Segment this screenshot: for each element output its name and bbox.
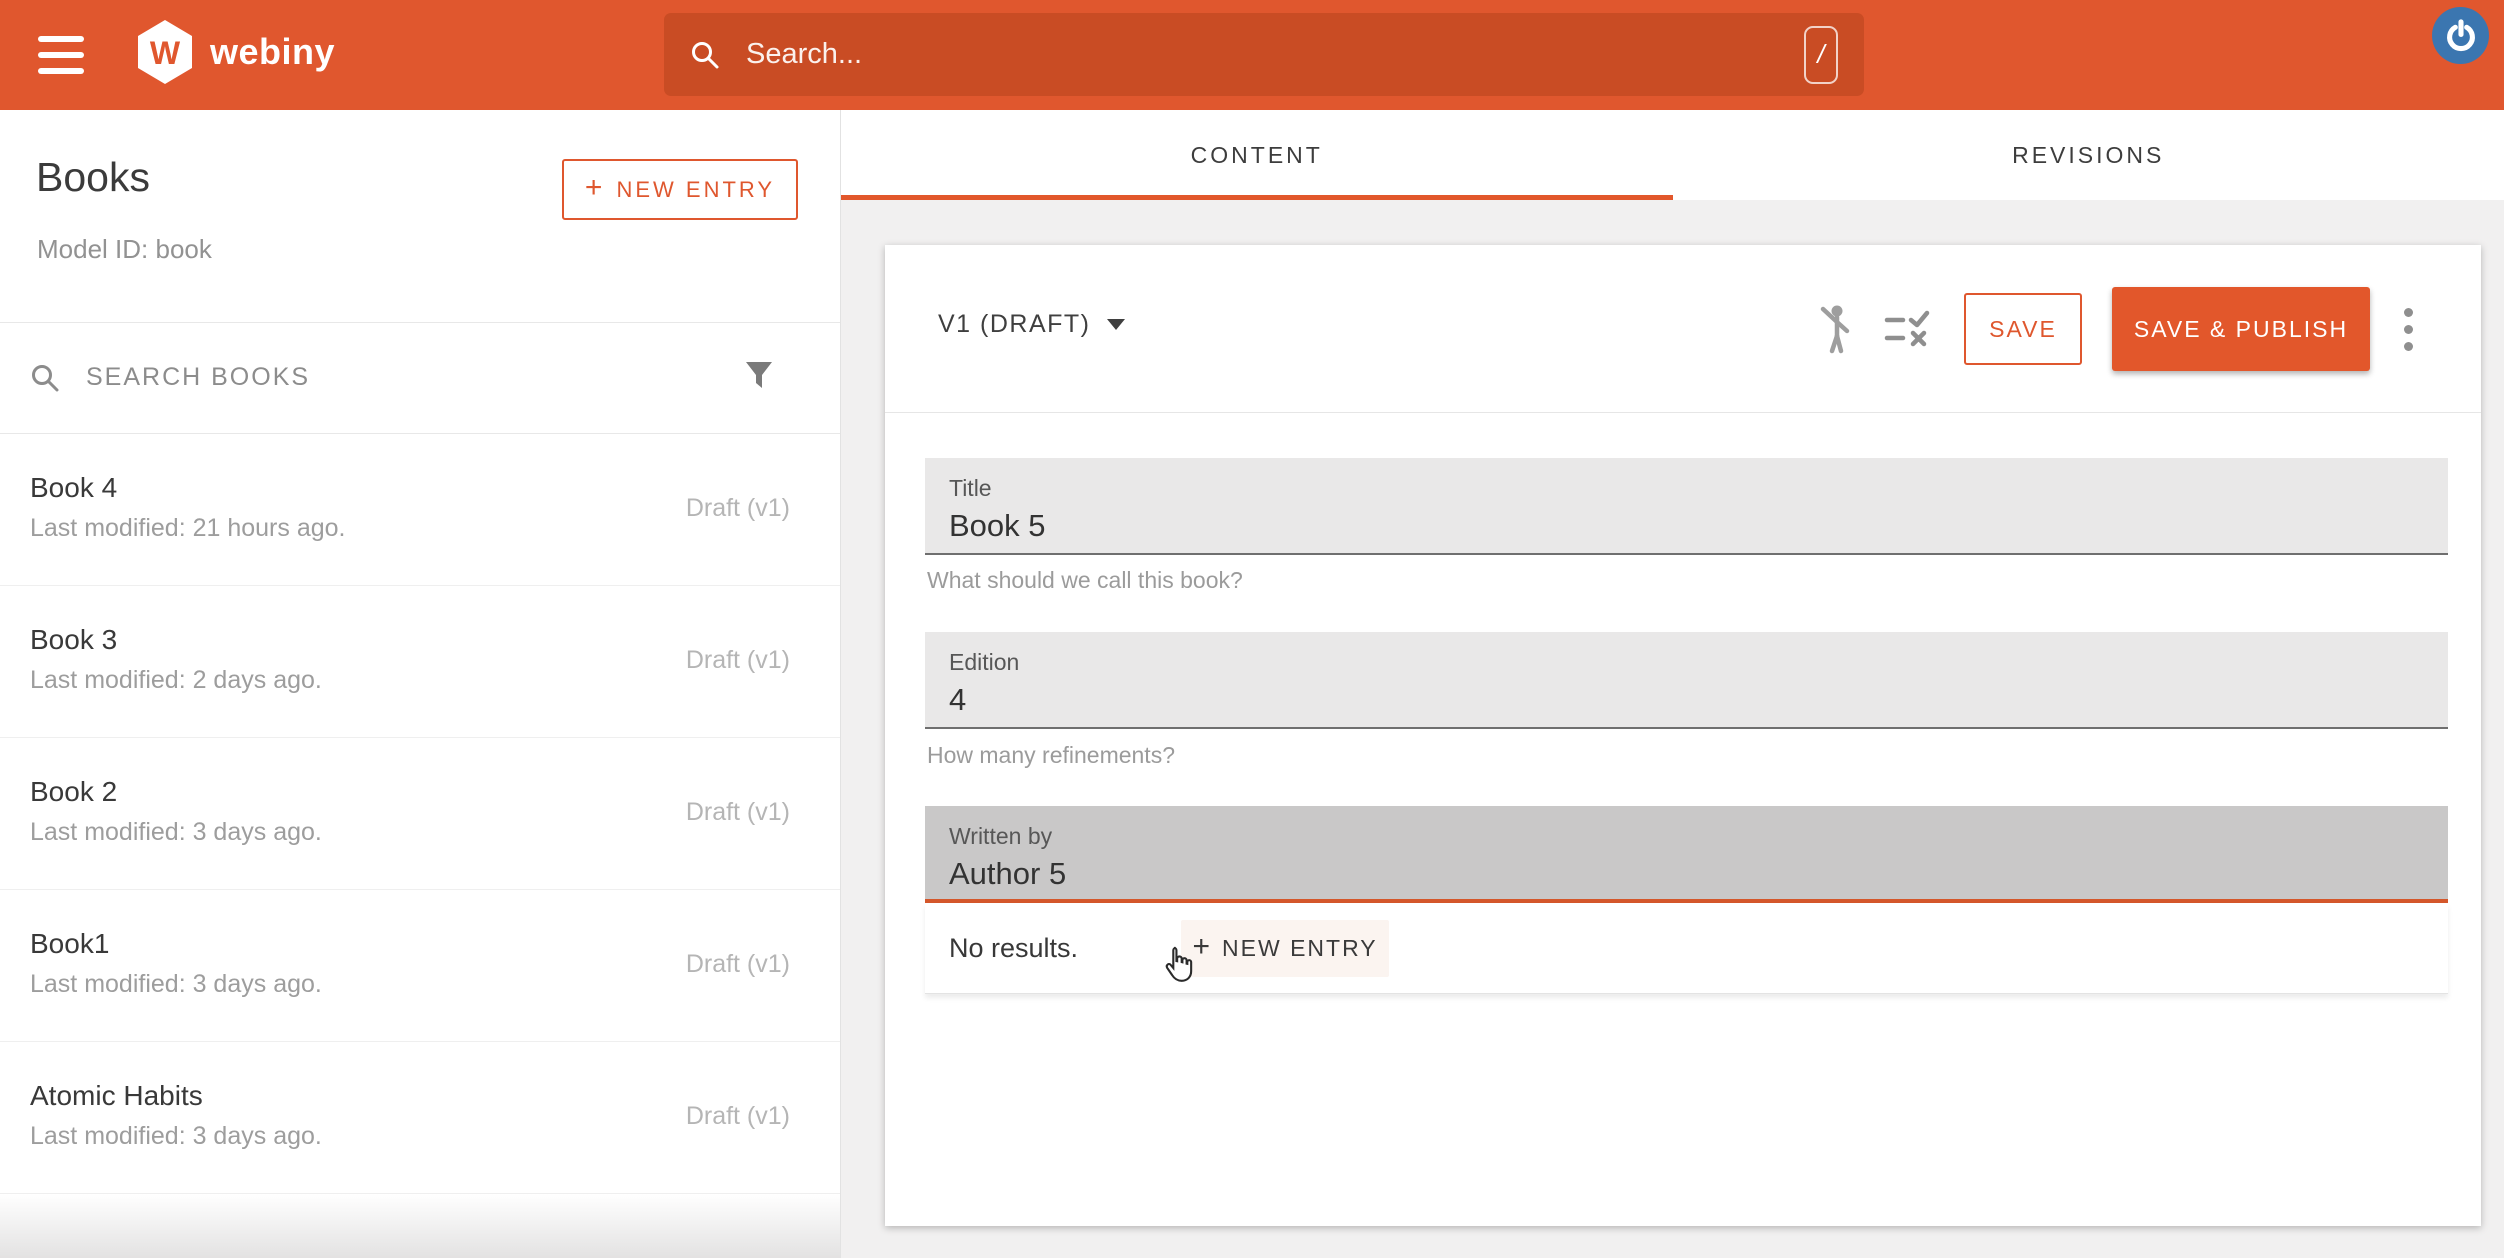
kebab-dot	[2404, 342, 2413, 351]
global-search-input[interactable]	[746, 38, 1804, 71]
edition-field-label: Edition	[949, 649, 1019, 676]
new-entry-button-label: NEW ENTRY	[616, 177, 775, 203]
webiny-logo-letter: W	[150, 35, 181, 71]
title-field[interactable]: Title	[925, 458, 2448, 555]
editor-toolbar: V1 (DRAFT)	[885, 245, 2481, 413]
brand-name: webiny	[210, 31, 335, 73]
entry-modified: Last modified: 3 days ago.	[30, 970, 322, 999]
edition-field-input[interactable]	[949, 682, 2349, 718]
user-avatar[interactable]	[2432, 7, 2489, 64]
entries-sidebar: Books Model ID: book + NEW ENTRY Book 4 …	[0, 110, 841, 1258]
menu-icon[interactable]	[38, 36, 84, 74]
dropdown-new-entry-button[interactable]: + NEW ENTRY	[1181, 920, 1389, 977]
plus-icon: +	[585, 171, 603, 205]
save-and-publish-button[interactable]: SAVE & PUBLISH	[2112, 287, 2370, 371]
list-item-book-4[interactable]: Book 4 Last modified: 21 hours ago. Draf…	[0, 434, 840, 586]
entry-modified: Last modified: 3 days ago.	[30, 1122, 322, 1151]
entry-status-badge: Draft (v1)	[686, 494, 790, 523]
search-icon	[690, 40, 720, 70]
edition-field[interactable]: Edition	[925, 632, 2448, 729]
save-button[interactable]: SAVE	[1964, 293, 2082, 365]
tab-content[interactable]: CONTENT	[841, 110, 1673, 200]
entries-list: Book 4 Last modified: 21 hours ago. Draf…	[0, 434, 840, 1194]
accessibility-button[interactable]	[1814, 304, 1854, 354]
checklist-icon	[1884, 309, 1930, 349]
keyboard-shortcut-badge: /	[1804, 26, 1838, 84]
filter-icon	[744, 360, 774, 392]
global-search-bar[interactable]: /	[664, 13, 1864, 96]
dropdown-new-entry-label: NEW ENTRY	[1222, 935, 1378, 962]
entry-modified: Last modified: 21 hours ago.	[30, 514, 345, 543]
reference-dropdown-panel: No results. + NEW ENTRY	[925, 903, 2448, 994]
entry-title: Book1	[30, 928, 109, 960]
entry-title: Book 4	[30, 472, 117, 504]
content-area: V1 (DRAFT)	[841, 200, 2504, 1258]
editor-tabbar: CONTENT REVISIONS	[841, 110, 2504, 200]
list-item-book-3[interactable]: Book 3 Last modified: 2 days ago. Draft …	[0, 586, 840, 738]
title-field-label: Title	[949, 475, 992, 502]
tab-revisions-label: REVISIONS	[2012, 142, 2164, 169]
kebab-dot	[2404, 308, 2413, 317]
page-title: Books	[36, 154, 150, 201]
entry-modified: Last modified: 3 days ago.	[30, 818, 322, 847]
webiny-logo[interactable]: W webiny	[136, 20, 335, 84]
written-by-field-label: Written by	[949, 823, 1052, 850]
entry-status-badge: Draft (v1)	[686, 798, 790, 827]
new-entry-button[interactable]: + NEW ENTRY	[562, 159, 798, 220]
list-item-atomic-habits[interactable]: Atomic Habits Last modified: 3 days ago.…	[0, 1042, 840, 1194]
entry-title: Atomic Habits	[30, 1080, 203, 1112]
more-options-button[interactable]	[2400, 304, 2417, 355]
plus-icon: +	[1192, 930, 1210, 964]
version-dropdown-label: V1 (DRAFT)	[938, 310, 1091, 339]
entry-status-badge: Draft (v1)	[686, 646, 790, 675]
entry-modified: Last modified: 2 days ago.	[30, 666, 322, 695]
entry-editor-card: V1 (DRAFT)	[885, 245, 2481, 1226]
filter-button[interactable]	[744, 360, 774, 395]
title-field-input[interactable]	[949, 508, 2349, 544]
list-item-book1[interactable]: Book1 Last modified: 3 days ago. Draft (…	[0, 890, 840, 1042]
entry-title: Book 2	[30, 776, 117, 808]
edition-field-helper: How many refinements?	[927, 742, 1175, 769]
title-field-helper: What should we call this book?	[927, 567, 1243, 594]
model-id-label: Model ID: book	[37, 234, 212, 265]
version-dropdown[interactable]: V1 (DRAFT)	[938, 310, 1125, 339]
tab-revisions[interactable]: REVISIONS	[1673, 110, 2504, 200]
search-icon	[30, 363, 60, 393]
active-tab-indicator	[841, 195, 1673, 200]
entry-status-badge: Draft (v1)	[686, 950, 790, 979]
entries-search-input[interactable]	[86, 363, 744, 392]
kebab-dot	[2404, 325, 2413, 334]
written-by-field-input[interactable]	[949, 856, 2349, 892]
entries-search-row	[0, 322, 840, 434]
validation-checklist-button[interactable]	[1884, 309, 1930, 349]
top-app-bar: W webiny /	[0, 0, 2504, 110]
toolbar-actions: SAVE SAVE & PUBLISH	[1814, 245, 2417, 413]
no-results-label: No results.	[949, 933, 1078, 964]
entry-status-badge: Draft (v1)	[686, 1102, 790, 1131]
webiny-logo-hexagon-icon: W	[136, 20, 194, 84]
caret-down-icon	[1107, 319, 1125, 330]
written-by-field[interactable]: Written by	[925, 806, 2448, 903]
tab-content-label: CONTENT	[1191, 142, 1323, 169]
power-icon	[2443, 18, 2479, 54]
list-item-book-2[interactable]: Book 2 Last modified: 3 days ago. Draft …	[0, 738, 840, 890]
sidebar-footer	[0, 1194, 840, 1258]
entry-title: Book 3	[30, 624, 117, 656]
accessibility-icon	[1814, 304, 1854, 354]
